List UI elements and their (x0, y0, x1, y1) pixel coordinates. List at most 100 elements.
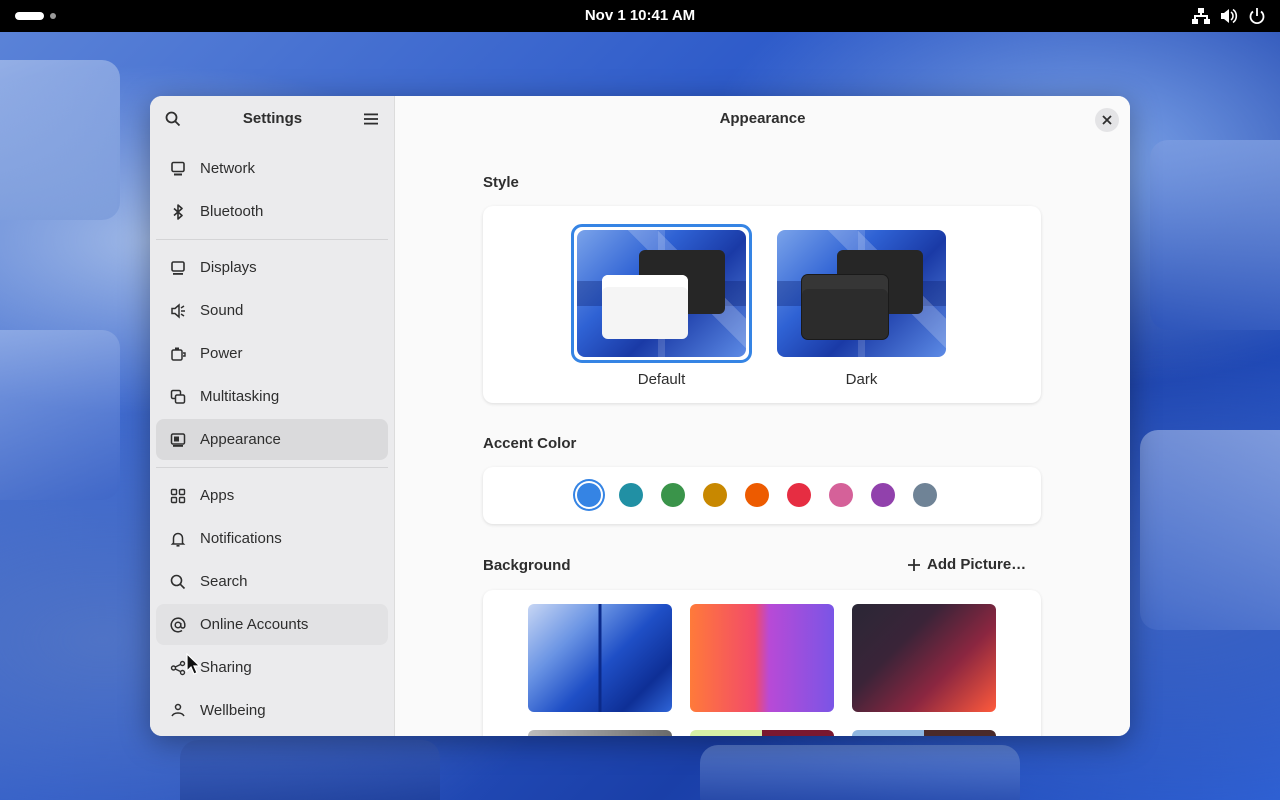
apps-grid-icon (170, 488, 186, 504)
preview-window-front (602, 275, 688, 339)
sidebar-item-notifications[interactable]: Notifications (156, 518, 388, 559)
display-icon (170, 260, 186, 276)
clock[interactable]: Nov 1 10:41 AM (585, 7, 695, 24)
sidebar-item-label: Online Accounts (200, 616, 309, 633)
sidebar-item-online-accounts[interactable]: Online Accounts (156, 604, 388, 645)
accent-swatch-row (577, 483, 937, 507)
style-option-label: Dark (845, 371, 878, 388)
sidebar-header: Settings (150, 96, 394, 142)
workspace-indicator[interactable] (50, 13, 56, 19)
accent-color-card (483, 467, 1041, 524)
wellbeing-icon (170, 703, 186, 719)
accent-section-label: Accent Color (483, 435, 577, 452)
accent-color-swatch[interactable] (703, 483, 727, 507)
share-icon (170, 660, 186, 676)
wallpaper-shape (0, 60, 120, 220)
sidebar-item-label: Wellbeing (200, 702, 266, 719)
accent-color-swatch[interactable] (913, 483, 937, 507)
sidebar-item-label: Notifications (200, 530, 282, 547)
sidebar-separator (156, 239, 388, 240)
wallpaper-thumbnail[interactable] (528, 730, 672, 736)
sidebar: Settings Network Bluetooth Displays Soun… (150, 96, 395, 736)
style-option-default[interactable]: Default (571, 224, 752, 388)
add-picture-button[interactable]: Add Picture… (907, 556, 1026, 573)
main-menu-button[interactable] (357, 105, 385, 133)
sidebar-item-network[interactable]: Network (156, 148, 388, 189)
at-sign-icon (170, 616, 186, 633)
wallpaper-shape (1150, 140, 1280, 330)
wallpaper-thumbnail[interactable] (690, 604, 834, 712)
main-panel: Appearance Style Default Dark Accent Col… (395, 96, 1130, 736)
battery-icon (170, 346, 186, 362)
sidebar-item-label: Network (200, 160, 256, 177)
sidebar-item-label: Power (200, 345, 243, 362)
sidebar-item-label: Bluetooth (200, 203, 264, 220)
sidebar-item-wellbeing[interactable]: Wellbeing (156, 690, 388, 731)
accent-color-swatch[interactable] (871, 483, 895, 507)
sidebar-item-label: Multitasking (200, 388, 280, 405)
wallpaper-shape (180, 740, 440, 800)
wallpaper-thumbnail[interactable] (852, 604, 996, 712)
sidebar-item-label: Appearance (200, 431, 281, 448)
system-tray[interactable] (1192, 7, 1266, 25)
sidebar-item-label: Apps (200, 487, 235, 504)
sidebar-item-search[interactable]: Search (156, 561, 388, 602)
appearance-icon (170, 432, 186, 448)
speaker-icon (170, 302, 186, 319)
mouse-pointer-icon (186, 652, 201, 680)
sidebar-item-multitasking[interactable]: Multitasking (156, 376, 388, 417)
style-preview-default (577, 230, 746, 357)
preview-window-front (802, 275, 888, 339)
sidebar-item-displays[interactable]: Displays (156, 247, 388, 288)
accent-color-swatch[interactable] (829, 483, 853, 507)
style-thumbnail-frame (571, 224, 752, 363)
power-icon[interactable] (1248, 7, 1266, 25)
sidebar-item-bluetooth[interactable]: Bluetooth (156, 191, 388, 232)
multitasking-icon (170, 389, 186, 405)
wallpaper-shape (0, 330, 120, 500)
style-option-dark[interactable]: Dark (771, 224, 952, 388)
search-icon (170, 574, 186, 590)
style-thumbnail-frame (771, 224, 952, 363)
sidebar-separator (156, 467, 388, 468)
style-preview-dark (777, 230, 946, 357)
network-wired-icon[interactable] (1192, 7, 1210, 25)
wallpaper-thumbnail[interactable] (528, 604, 672, 712)
wallpaper-shape (1140, 430, 1280, 630)
style-card: Default Dark (483, 206, 1041, 403)
wallpaper-thumbnail[interactable] (690, 730, 834, 736)
accent-color-swatch[interactable] (577, 483, 601, 507)
bell-icon (170, 531, 186, 547)
hamburger-menu-icon (364, 113, 378, 125)
sidebar-item-label: Displays (200, 259, 257, 276)
close-button[interactable] (1095, 108, 1119, 132)
sidebar-item-label: Sharing (200, 659, 252, 676)
top-bar: Nov 1 10:41 AM (0, 0, 1280, 32)
background-section-label: Background (483, 557, 571, 574)
volume-icon[interactable] (1220, 7, 1238, 25)
accent-color-swatch[interactable] (787, 483, 811, 507)
wallpaper-thumbnail[interactable] (852, 730, 996, 736)
page-title: Appearance (719, 110, 806, 127)
network-icon (170, 161, 186, 177)
sidebar-item-label: Sound (200, 302, 244, 319)
sidebar-item-apps[interactable]: Apps (156, 475, 388, 516)
plus-icon (908, 558, 920, 571)
accent-color-swatch[interactable] (661, 483, 685, 507)
workspace-indicator-active[interactable] (15, 12, 44, 20)
settings-window: Settings Network Bluetooth Displays Soun… (150, 96, 1130, 736)
sidebar-item-sound[interactable]: Sound (156, 290, 388, 331)
accent-color-swatch[interactable] (619, 483, 643, 507)
sidebar-item-power[interactable]: Power (156, 333, 388, 374)
sidebar-item-appearance[interactable]: Appearance (156, 419, 388, 460)
style-section-label: Style (483, 174, 519, 191)
accent-color-swatch[interactable] (745, 483, 769, 507)
bluetooth-icon (170, 203, 186, 220)
close-icon (1102, 115, 1112, 125)
sidebar-item-label: Search (200, 573, 248, 590)
background-card (483, 590, 1041, 736)
wallpaper-shape (700, 745, 1020, 800)
sidebar-list: Network Bluetooth Displays Sound Power M… (150, 142, 394, 731)
add-picture-label: Add Picture… (927, 556, 1027, 573)
style-option-label: Default (637, 371, 686, 388)
